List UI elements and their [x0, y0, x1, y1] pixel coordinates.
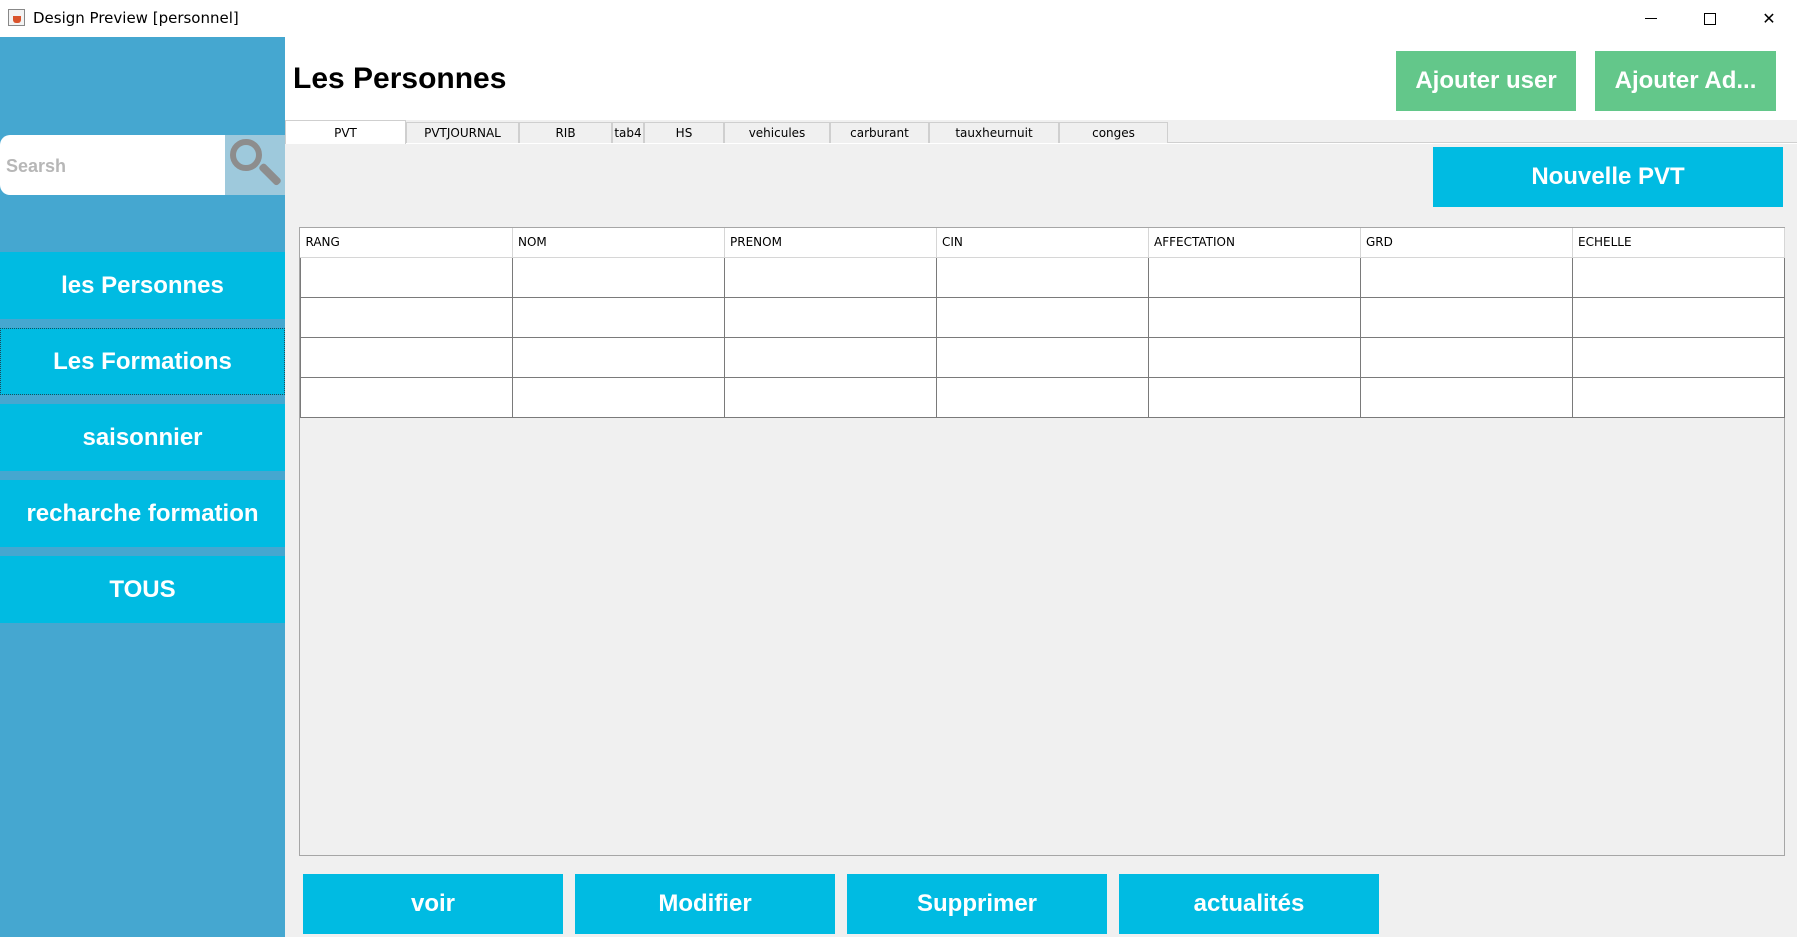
column-header-nom[interactable]: NOM: [512, 228, 725, 258]
table-cell[interactable]: [724, 376, 937, 418]
column-header-grd[interactable]: GRD: [1360, 228, 1573, 258]
tab-vehicules[interactable]: vehicules: [724, 122, 830, 143]
search-icon: [230, 139, 262, 171]
column-header-cin[interactable]: CIN: [936, 228, 1149, 258]
window-title: Design Preview [personnel]: [33, 9, 239, 27]
add-user-button[interactable]: Ajouter user: [1396, 51, 1576, 111]
tab-hs[interactable]: HS: [644, 122, 724, 143]
column-header-echelle[interactable]: ECHELLE: [1572, 228, 1785, 258]
add-admin-button[interactable]: Ajouter Ad...: [1595, 51, 1776, 111]
data-table: RANG NOM PRENOM CIN AFFECTATION GRD ECHE…: [300, 228, 1785, 418]
table-cell[interactable]: [936, 336, 1149, 378]
table-row[interactable]: [300, 256, 1785, 298]
table-cell[interactable]: [724, 296, 937, 338]
sidebar-item-tous[interactable]: TOUS: [0, 556, 285, 623]
maximize-button[interactable]: [1681, 0, 1739, 37]
tab-rib[interactable]: RIB: [519, 122, 612, 143]
tab-carburant[interactable]: carburant: [830, 122, 929, 143]
search-button[interactable]: [225, 135, 285, 195]
table-cell[interactable]: [1572, 296, 1785, 338]
close-button[interactable]: ✕: [1740, 0, 1797, 37]
tab-pvt[interactable]: PVT: [285, 120, 406, 144]
sidebar-item-les-personnes[interactable]: les Personnes: [0, 252, 285, 319]
sidebar: les Personnes Les Formations saisonnier …: [0, 37, 285, 937]
view-button[interactable]: voir: [303, 874, 563, 934]
search-box: [0, 135, 226, 195]
table-cell[interactable]: [512, 296, 725, 338]
search-icon-handle: [258, 162, 283, 187]
minimize-icon: [1645, 18, 1657, 19]
sidebar-item-saisonnier[interactable]: saisonnier: [0, 404, 285, 471]
table-cell[interactable]: [724, 336, 937, 378]
column-header-affectation[interactable]: AFFECTATION: [1148, 228, 1361, 258]
table-cell[interactable]: [300, 256, 513, 298]
table-cell[interactable]: [1360, 336, 1573, 378]
page-title: Les Personnes: [293, 62, 507, 95]
close-icon: ✕: [1762, 9, 1776, 28]
tab-pvtjournal[interactable]: PVTJOURNAL: [406, 122, 519, 143]
table-cell[interactable]: [936, 376, 1149, 418]
table-cell[interactable]: [1148, 336, 1361, 378]
maximize-icon: [1704, 12, 1716, 25]
table-cell[interactable]: [1360, 376, 1573, 418]
tab-strip: PVT PVTJOURNAL RIB tab4 HS vehicules car…: [285, 120, 1797, 144]
tab-tauxheurnuit[interactable]: tauxheurnuit: [929, 122, 1059, 143]
tab-tab4[interactable]: tab4: [612, 122, 644, 143]
table-header-row: RANG NOM PRENOM CIN AFFECTATION GRD ECHE…: [300, 228, 1785, 258]
data-table-container: RANG NOM PRENOM CIN AFFECTATION GRD ECHE…: [299, 227, 1785, 856]
table-cell[interactable]: [1148, 296, 1361, 338]
title-bar: Design Preview [personnel] ✕: [0, 0, 1797, 37]
table-cell[interactable]: [1360, 296, 1573, 338]
minimize-button[interactable]: [1622, 0, 1680, 37]
table-cell[interactable]: [300, 296, 513, 338]
table-cell[interactable]: [1148, 376, 1361, 418]
table-cell[interactable]: [936, 296, 1149, 338]
table-cell[interactable]: [300, 336, 513, 378]
table-cell[interactable]: [936, 256, 1149, 298]
column-header-prenom[interactable]: PRENOM: [724, 228, 937, 258]
edit-button[interactable]: Modifier: [575, 874, 835, 934]
table-cell[interactable]: [1360, 256, 1573, 298]
table-cell[interactable]: [1572, 376, 1785, 418]
table-cell[interactable]: [512, 336, 725, 378]
table-cell[interactable]: [1572, 256, 1785, 298]
table-cell[interactable]: [1572, 336, 1785, 378]
java-app-icon: [8, 9, 25, 26]
table-cell[interactable]: [512, 256, 725, 298]
delete-button[interactable]: Supprimer: [847, 874, 1107, 934]
table-cell[interactable]: [512, 376, 725, 418]
column-header-rang[interactable]: RANG: [300, 228, 513, 258]
refresh-button[interactable]: actualités: [1119, 874, 1379, 934]
table-cell[interactable]: [724, 256, 937, 298]
sidebar-item-recharche-formation[interactable]: recharche formation: [0, 480, 285, 547]
new-pvt-button[interactable]: Nouvelle PVT: [1433, 147, 1783, 207]
table-row[interactable]: [300, 336, 1785, 378]
table-row[interactable]: [300, 376, 1785, 418]
sidebar-item-les-formations[interactable]: Les Formations: [0, 328, 285, 395]
table-cell[interactable]: [1148, 256, 1361, 298]
table-row[interactable]: [300, 296, 1785, 338]
table-cell[interactable]: [300, 376, 513, 418]
search-input[interactable]: [6, 155, 216, 177]
tab-conges[interactable]: conges: [1059, 122, 1168, 143]
